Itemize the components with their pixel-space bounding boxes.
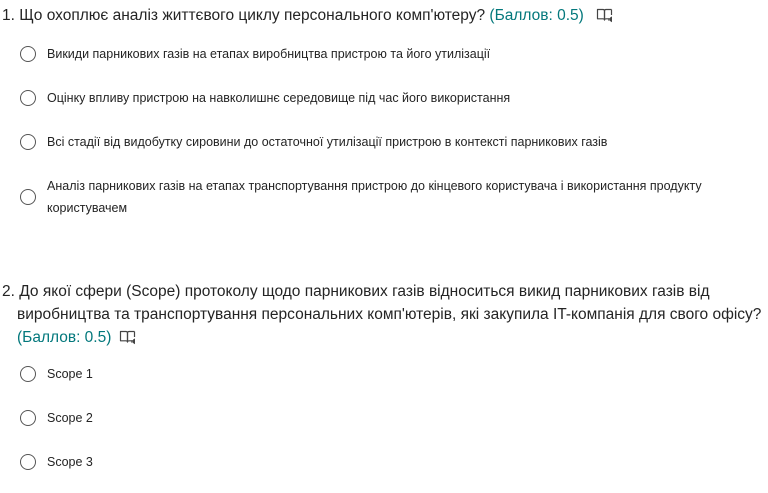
radio-button-icon[interactable] <box>20 90 36 106</box>
immersive-reader-icon[interactable] <box>119 329 137 345</box>
radio-button-icon[interactable] <box>20 454 36 470</box>
question-1-text: Що охоплює аналіз життєвого циклу персон… <box>19 7 486 24</box>
question-1-option-2[interactable]: Оцінку впливу пристрою на навколишнє сер… <box>20 87 747 109</box>
question-1-number: 1. <box>2 7 15 24</box>
option-label: Scope 1 <box>47 367 93 381</box>
question-2-title: 2. До якої сфери (Scope) протоколу щодо … <box>0 280 768 349</box>
option-label: Оцінку впливу пристрою на навколишнє сер… <box>47 91 511 105</box>
question-1-option-4[interactable]: Аналіз парникових газів на етапах трансп… <box>20 175 747 219</box>
question-1-points: (Баллов: 0.5) <box>489 7 584 24</box>
option-label: Аналіз парникових газів на етапах трансп… <box>47 179 702 215</box>
immersive-reader-icon[interactable] <box>596 7 614 23</box>
option-label: Scope 2 <box>47 411 93 425</box>
option-label: Scope 3 <box>47 455 93 469</box>
question-2-option-3[interactable]: Scope 3 <box>20 451 747 473</box>
radio-button-icon[interactable] <box>20 366 36 382</box>
question-1-option-1[interactable]: Викиди парникових газів на етапах виробн… <box>20 43 747 65</box>
question-2-number: 2. <box>2 283 15 300</box>
question-1-title: 1. Що охоплює аналіз життєвого циклу пер… <box>0 0 768 27</box>
radio-button-icon[interactable] <box>20 189 36 205</box>
question-2-points: (Баллов: 0.5) <box>17 329 112 346</box>
question-2-text-line-1: До якої сфери (Scope) протоколу щодо пар… <box>19 283 710 300</box>
question-1: 1. Що охоплює аналіз життєвого циклу пер… <box>0 0 768 215</box>
question-2-text-line-2: виробництва та транспортування персональ… <box>17 306 762 323</box>
question-2: 2. До якої сфери (Scope) протоколу щодо … <box>0 280 768 470</box>
question-1-option-3[interactable]: Всі стадії від видобутку сировини до ост… <box>20 131 747 153</box>
question-2-option-2[interactable]: Scope 2 <box>20 407 747 429</box>
option-label: Всі стадії від видобутку сировини до ост… <box>47 135 608 149</box>
option-label: Викиди парникових газів на етапах виробн… <box>47 47 491 61</box>
radio-button-icon[interactable] <box>20 410 36 426</box>
question-2-option-1[interactable]: Scope 1 <box>20 363 747 385</box>
radio-button-icon[interactable] <box>20 134 36 150</box>
question-2-points-line: (Баллов: 0.5) <box>2 326 764 349</box>
radio-button-icon[interactable] <box>20 46 36 62</box>
